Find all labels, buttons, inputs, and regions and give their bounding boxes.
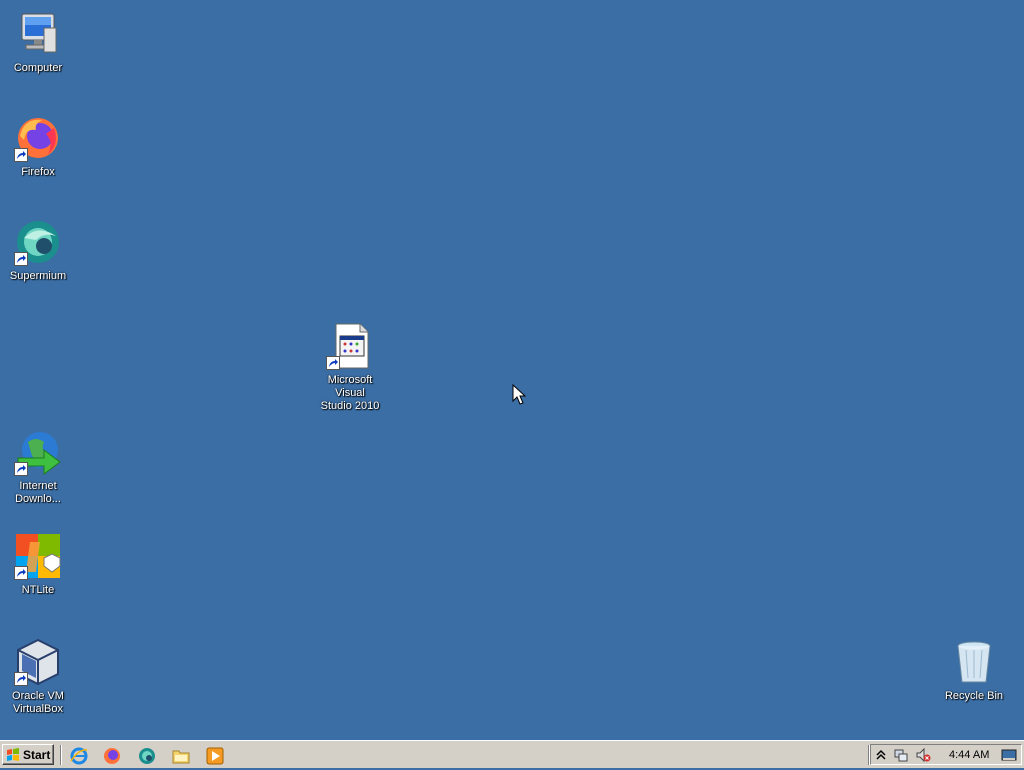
shortcut-arrow-icon: [326, 356, 340, 370]
firefox-icon[interactable]: [103, 747, 121, 765]
taskbar: Start 4:44 AM: [0, 740, 1024, 768]
globe-download-icon: [14, 428, 62, 476]
show-hidden-icons-icon[interactable]: [873, 747, 889, 763]
media-player-icon[interactable]: [206, 747, 224, 765]
document-icon: [326, 322, 374, 370]
desktop-icon-visual-studio-2010[interactable]: Microsoft Visual Studio 2010: [312, 322, 388, 413]
desktop-icon-label: Microsoft Visual Studio 2010: [320, 374, 380, 412]
desktop-icon-ntlite[interactable]: NTLite: [0, 532, 76, 597]
network-icon[interactable]: [893, 747, 909, 763]
recycle-bin-icon: [950, 638, 998, 686]
desktop-icon-label: Firefox: [21, 166, 55, 178]
desktop-icon-label: Supermium: [9, 270, 67, 282]
desktop-icon-internet-download-manager[interactable]: Internet Downlo...: [0, 428, 76, 506]
desktop-icon-label: NTLite: [21, 584, 55, 596]
clock[interactable]: 4:44 AM: [949, 749, 989, 761]
shortcut-arrow-icon: [14, 252, 28, 266]
firefox-icon: [14, 114, 62, 162]
shortcut-arrow-icon: [14, 462, 28, 476]
start-button[interactable]: Start: [2, 744, 54, 765]
folder-icon[interactable]: [172, 747, 190, 765]
desktop-icon-computer[interactable]: Computer: [0, 10, 76, 75]
mouse-cursor-icon: [512, 383, 527, 406]
supermium-icon: [14, 218, 62, 266]
ntlite-icon: [14, 532, 62, 580]
shortcut-arrow-icon: [14, 672, 28, 686]
desktop-icon-virtualbox[interactable]: Oracle VM VirtualBox: [0, 638, 76, 716]
shortcut-arrow-icon: [14, 566, 28, 580]
computer-icon: [14, 10, 62, 58]
taskbar-separator: [60, 745, 62, 765]
desktop-icon-recycle-bin[interactable]: Recycle Bin: [936, 638, 1012, 703]
desktop-icon-supermium[interactable]: Supermium: [0, 218, 76, 283]
start-button-label: Start: [23, 747, 51, 762]
supermium-icon[interactable]: [138, 747, 156, 765]
shortcut-arrow-icon: [14, 148, 28, 162]
desktop-icon-label: Oracle VM VirtualBox: [12, 690, 64, 715]
desktop-icon-label: Computer: [13, 62, 63, 74]
show-desktop-icon[interactable]: [1001, 747, 1017, 763]
system-tray: 4:44 AM: [870, 744, 1022, 765]
desktop[interactable]: Computer Firefox Supermium Microsoft Vis…: [0, 0, 1024, 740]
volume-muted-icon[interactable]: [915, 747, 931, 763]
desktop-icon-label: Internet Downlo...: [15, 480, 61, 505]
desktop-icon-label: Recycle Bin: [944, 690, 1004, 702]
windows-flag-icon: [6, 747, 20, 762]
desktop-icon-firefox[interactable]: Firefox: [0, 114, 76, 179]
virtualbox-icon: [14, 638, 62, 686]
internet-explorer-icon[interactable]: [70, 747, 88, 765]
